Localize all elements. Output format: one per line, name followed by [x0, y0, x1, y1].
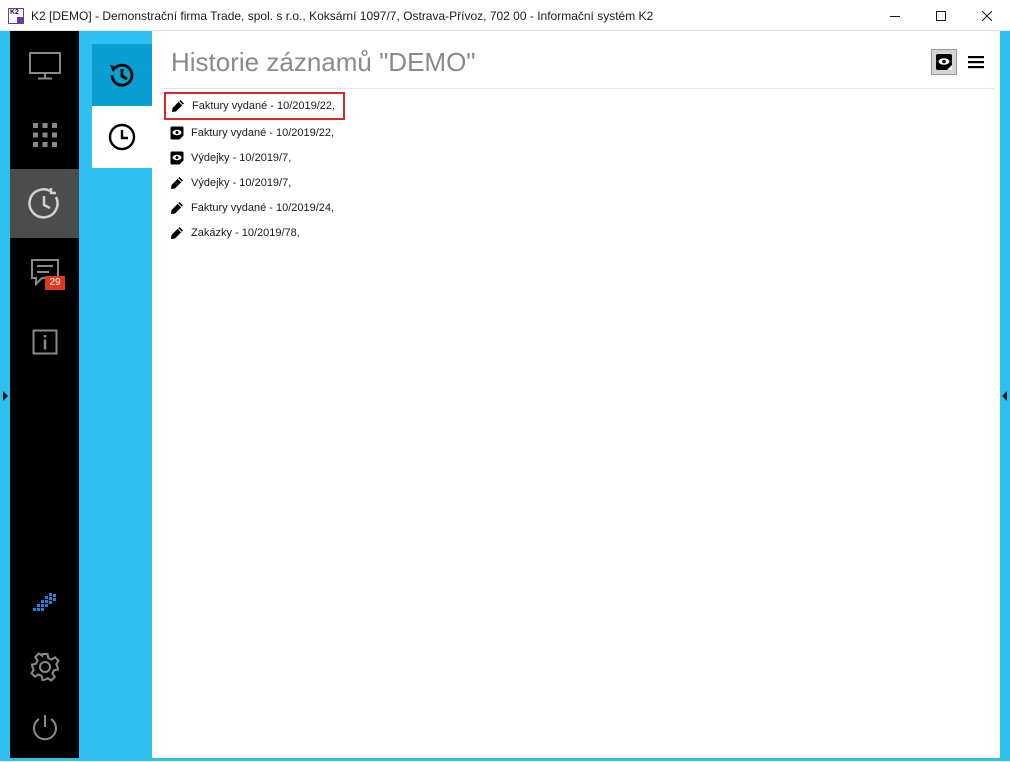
sidebar-item-messages[interactable]: 29: [10, 238, 79, 307]
history-icon: [110, 63, 134, 87]
pencil-icon: [171, 201, 183, 214]
monitor-icon: [28, 51, 61, 79]
history-item[interactable]: Zakázky - 10/2019/78,: [164, 220, 664, 245]
history-item-label: Faktury vydané - 10/2019/24,: [191, 201, 335, 214]
clock-icon: [27, 187, 59, 219]
sidebar-item-info[interactable]: [10, 307, 79, 376]
grid-icon: [32, 122, 57, 147]
main-sidebar: 29: [10, 31, 79, 758]
preview-icon: [936, 54, 952, 70]
power-icon: [32, 714, 57, 740]
title-divider: [164, 88, 994, 89]
tab-history[interactable]: [92, 44, 152, 106]
k2-logo-icon: [32, 592, 56, 611]
clock-icon: [108, 123, 136, 151]
view-toggle-button[interactable]: [931, 49, 957, 75]
minimize-icon: [890, 15, 900, 17]
sidebar-item-apps[interactable]: [10, 100, 79, 169]
close-icon: [982, 10, 992, 21]
eye-icon: [170, 151, 184, 164]
page-title: Historie záznamů "DEMO": [171, 47, 476, 77]
history-item[interactable]: Výdejky - 10/2019/7,: [164, 145, 664, 170]
pencil-icon: [171, 226, 183, 239]
pencil-icon: [171, 176, 183, 189]
messages-count-badge: 29: [45, 276, 65, 290]
history-item-label: Výdejky - 10/2019/7,: [191, 176, 292, 189]
history-item-label: Zakázky - 10/2019/78,: [191, 226, 300, 239]
hamburger-icon: [968, 56, 984, 69]
window-title: K2 [DEMO] - Demonstrační firma Trade, sp…: [31, 9, 654, 23]
k2-brand-logo: [10, 568, 79, 637]
history-item[interactable]: Výdejky - 10/2019/7,: [164, 170, 664, 195]
minimize-button[interactable]: [872, 0, 918, 31]
history-item[interactable]: Faktury vydané - 10/2019/22,: [164, 120, 664, 145]
maximize-button[interactable]: [918, 0, 964, 31]
sidebar-item-history[interactable]: [10, 169, 79, 238]
info-icon: [32, 329, 57, 354]
eye-icon: [170, 126, 184, 139]
expand-left-arrow-icon[interactable]: [3, 391, 8, 401]
history-item[interactable]: Faktury vydané - 10/2019/24,: [164, 195, 664, 220]
pencil-icon: [172, 100, 184, 112]
history-item-label: Faktury vydané - 10/2019/22,: [192, 100, 336, 112]
history-list: Faktury vydané - 10/2019/22, Faktury vyd…: [164, 91, 664, 245]
close-button[interactable]: [964, 0, 1010, 31]
expand-right-arrow-icon[interactable]: [1002, 391, 1007, 401]
history-item-label: Výdejky - 10/2019/7,: [191, 151, 292, 164]
menu-button[interactable]: [966, 52, 986, 72]
sidebar-item-settings[interactable]: [10, 632, 79, 701]
maximize-icon: [936, 10, 946, 21]
history-subpanel: [79, 31, 152, 758]
title-bar: K2 K2 [DEMO] - Demonstrační firma Trade,…: [0, 0, 1010, 31]
k2-app-logo-icon: K2: [8, 8, 24, 24]
tab-recent[interactable]: [92, 106, 152, 168]
history-item-label: Faktury vydané - 10/2019/22,: [191, 126, 335, 139]
sidebar-item-power[interactable]: [10, 693, 79, 762]
sidebar-item-desktop[interactable]: [10, 31, 79, 100]
gear-icon: [29, 651, 60, 682]
main-content: Historie záznamů "DEMO" Faktury vydané -…: [152, 31, 1000, 758]
history-item[interactable]: Faktury vydané - 10/2019/22,: [164, 92, 345, 120]
